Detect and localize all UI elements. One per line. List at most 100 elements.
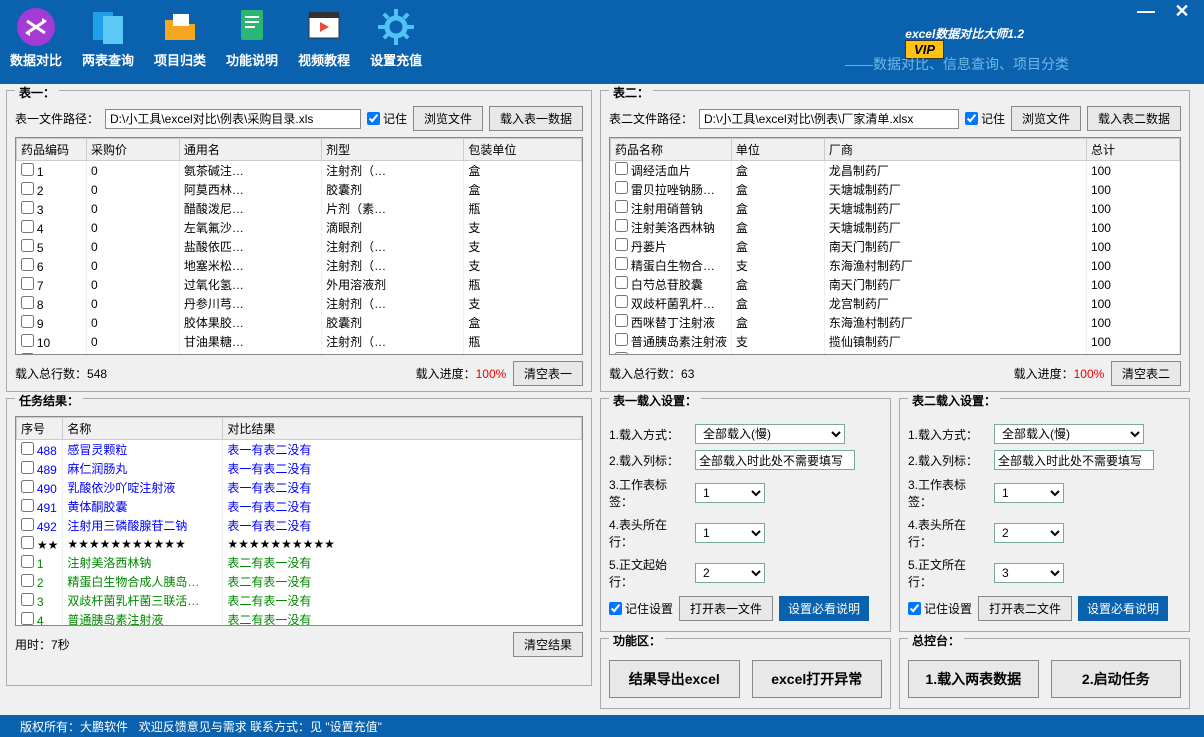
table2-browse-button[interactable]: 浏览文件 bbox=[1011, 106, 1081, 131]
table2-clear-button[interactable]: 清空表二 bbox=[1111, 361, 1181, 386]
settings1-sheet-select[interactable]: 1 bbox=[695, 483, 765, 503]
result-row[interactable]: 490乳酸依沙吖啶注射液表一有表二没有 bbox=[17, 478, 582, 497]
tool-compare[interactable]: 数据对比 bbox=[10, 6, 62, 69]
table2-remember-checkbox[interactable]: 记住 bbox=[965, 110, 1005, 127]
table-row[interactable]: 丹蒌片盒南天门制药厂100 bbox=[611, 237, 1180, 256]
table2-panel: 表二： 表二文件路径： 记住 浏览文件 载入表二数据 药品名称单位厂商总计 调经… bbox=[600, 90, 1190, 392]
table-row[interactable]: 80丹参川芎…注射剂（…支 bbox=[17, 294, 582, 313]
table1-path-label: 表一文件路径： bbox=[15, 110, 99, 127]
table-row[interactable]: 50盐酸依匹…注射剂（…支 bbox=[17, 237, 582, 256]
table-row[interactable]: 40左氧氟沙…滴眼剂支 bbox=[17, 218, 582, 237]
load-both-button[interactable]: 1.载入两表数据 bbox=[908, 660, 1039, 698]
settings1-body-select[interactable]: 2 bbox=[695, 563, 765, 583]
table-row[interactable]: 前列地尔注射液支揽仙镇制药厂100 bbox=[611, 351, 1180, 355]
table-row[interactable]: 90胶体果胶…胶囊剂盒 bbox=[17, 313, 582, 332]
table1-clear-button[interactable]: 清空表一 bbox=[513, 361, 583, 386]
footer: 版权所有：大鹏软件 欢迎反馈意见与需求 联系方式：见 "设置充值" bbox=[0, 715, 1204, 737]
table-row[interactable]: 双歧杆菌乳杆…盒龙宫制药厂100 bbox=[611, 294, 1180, 313]
result-row[interactable]: 491黄体酮胶囊表一有表二没有 bbox=[17, 497, 582, 516]
export-excel-button[interactable]: 结果导出excel bbox=[609, 660, 740, 698]
table1-browse-button[interactable]: 浏览文件 bbox=[413, 106, 483, 131]
table1-progress: 100% bbox=[476, 367, 507, 381]
table-row[interactable]: 调经活血片盒龙昌制药厂100 bbox=[611, 161, 1180, 181]
settings2-title: 表二载入设置： bbox=[908, 392, 1000, 409]
settings2-open-button[interactable]: 打开表二文件 bbox=[978, 596, 1072, 621]
settings2-col-input[interactable] bbox=[994, 450, 1154, 470]
app-header: 数据对比两表查询项目归类功能说明视频教程设置充值 excel数据对比大师1.2 … bbox=[0, 0, 1204, 84]
result-row[interactable]: 492注射用三磷酸腺苷二钠表一有表二没有 bbox=[17, 516, 582, 535]
settings2-remember-checkbox[interactable]: 记住设置 bbox=[908, 600, 972, 617]
table1-remember-checkbox[interactable]: 记住 bbox=[367, 110, 407, 127]
tool-video[interactable]: 视频教程 bbox=[298, 6, 350, 69]
table1-path-input[interactable] bbox=[105, 109, 361, 129]
results-title: 任务结果： bbox=[15, 392, 83, 409]
table1-title: 表一： bbox=[15, 84, 59, 101]
tool-settings[interactable]: 设置充值 bbox=[370, 6, 422, 69]
settings1-remember-checkbox[interactable]: 记住设置 bbox=[609, 600, 673, 617]
func-title: 功能区： bbox=[609, 632, 665, 649]
app-title: excel数据对比大师1.2 VIP bbox=[905, 18, 1074, 44]
settings2-header-select[interactable]: 2 bbox=[994, 523, 1064, 543]
settings2-body-select[interactable]: 3 bbox=[994, 563, 1064, 583]
table1-total-label: 载入总行数： bbox=[15, 365, 87, 382]
tool-help[interactable]: 功能说明 bbox=[226, 6, 278, 69]
table-row[interactable]: 10氨茶碱注…注射剂（…盒 bbox=[17, 161, 582, 181]
excel-error-button[interactable]: excel打开异常 bbox=[752, 660, 883, 698]
results-clear-button[interactable]: 清空结果 bbox=[513, 632, 583, 657]
table-row[interactable]: 雷贝拉唑钠肠…盒天塘城制药厂100 bbox=[611, 180, 1180, 199]
settings1-help-button[interactable]: 设置必看说明 bbox=[779, 596, 869, 621]
result-row[interactable]: 488感冒灵颗粒表一有表二没有 bbox=[17, 440, 582, 460]
minimize-button[interactable]: — bbox=[1134, 4, 1158, 22]
result-row[interactable]: 1注射美洛西林钠表二有表一没有 bbox=[17, 553, 582, 572]
settings1-panel: 表一载入设置： 1.载入方式：全部载入(慢) 2.载入列标： 3.工作表标签：1… bbox=[600, 398, 891, 632]
func-panel: 功能区： 结果导出excel excel打开异常 bbox=[600, 638, 891, 709]
result-row[interactable]: ★★★★★★★★★★★★★★★★★★★★★★★ bbox=[17, 535, 582, 553]
table2-load-button[interactable]: 载入表二数据 bbox=[1087, 106, 1181, 131]
control-title: 总控台： bbox=[908, 632, 964, 649]
video-icon bbox=[303, 6, 345, 48]
control-panel: 总控台： 1.载入两表数据 2.启动任务 bbox=[899, 638, 1190, 709]
settings1-open-button[interactable]: 打开表一文件 bbox=[679, 596, 773, 621]
table-row[interactable]: 注射用硝普钠盒天塘城制药厂100 bbox=[611, 199, 1180, 218]
table-row[interactable]: 100甘油果糖…注射剂（…瓶 bbox=[17, 332, 582, 351]
result-row[interactable]: 489麻仁润肠丸表一有表二没有 bbox=[17, 459, 582, 478]
start-task-button[interactable]: 2.启动任务 bbox=[1051, 660, 1182, 698]
table-row[interactable]: 60地塞米松…注射剂（…支 bbox=[17, 256, 582, 275]
close-button[interactable]: ✕ bbox=[1170, 4, 1194, 22]
settings2-help-button[interactable]: 设置必看说明 bbox=[1078, 596, 1168, 621]
results-time-label: 用时： bbox=[15, 636, 51, 653]
table1-total: 548 bbox=[87, 367, 107, 381]
table-row[interactable]: 西咪替丁注射液盒东海渔村制药厂100 bbox=[611, 313, 1180, 332]
settings1-header-select[interactable]: 1 bbox=[695, 523, 765, 543]
query-icon bbox=[87, 6, 129, 48]
compare-icon bbox=[15, 6, 57, 48]
results-panel: 任务结果： 序号名称对比结果 488感冒灵颗粒表一有表二没有 489麻仁润肠丸表… bbox=[6, 398, 592, 686]
table2-progress: 100% bbox=[1074, 367, 1105, 381]
table2-total: 63 bbox=[681, 367, 694, 381]
table-row[interactable]: 110安神补脑液口服液盒 bbox=[17, 351, 582, 355]
help-icon bbox=[231, 6, 273, 48]
table-row[interactable]: 白芍总苷胶囊盒南天门制药厂100 bbox=[611, 275, 1180, 294]
table-row[interactable]: 30醋酸泼尼…片剂（素…瓶 bbox=[17, 199, 582, 218]
result-row[interactable]: 3双歧杆菌乳杆菌三联活…表二有表一没有 bbox=[17, 591, 582, 610]
settings1-col-input[interactable] bbox=[695, 450, 855, 470]
settings-icon bbox=[375, 6, 417, 48]
app-subtitle: ——数据对比、信息查询、项目分类 bbox=[845, 54, 1069, 74]
table2-path-input[interactable] bbox=[699, 109, 959, 129]
table-row[interactable]: 20阿莫西林…胶囊剂盒 bbox=[17, 180, 582, 199]
tool-classify[interactable]: 项目归类 bbox=[154, 6, 206, 69]
table1-load-button[interactable]: 载入表一数据 bbox=[489, 106, 583, 131]
settings2-sheet-select[interactable]: 1 bbox=[994, 483, 1064, 503]
table-row[interactable]: 普通胰岛素注射液支揽仙镇制药厂100 bbox=[611, 332, 1180, 351]
table1-progress-label: 载入进度： bbox=[416, 365, 476, 382]
table2-path-label: 表二文件路径： bbox=[609, 110, 693, 127]
table-row[interactable]: 注射美洛西林钠盒天塘城制药厂100 bbox=[611, 218, 1180, 237]
table-row[interactable]: 70过氧化氢…外用溶液剂瓶 bbox=[17, 275, 582, 294]
tool-query[interactable]: 两表查询 bbox=[82, 6, 134, 69]
result-row[interactable]: 2精蛋白生物合成人胰岛…表二有表一没有 bbox=[17, 572, 582, 591]
settings1-title: 表一载入设置： bbox=[609, 392, 701, 409]
table-row[interactable]: 精蛋白生物合…支东海渔村制药厂100 bbox=[611, 256, 1180, 275]
settings1-mode-select[interactable]: 全部载入(慢) bbox=[695, 424, 845, 444]
result-row[interactable]: 4普通胰岛素注射液表二有表一没有 bbox=[17, 610, 582, 626]
settings2-mode-select[interactable]: 全部载入(慢) bbox=[994, 424, 1144, 444]
